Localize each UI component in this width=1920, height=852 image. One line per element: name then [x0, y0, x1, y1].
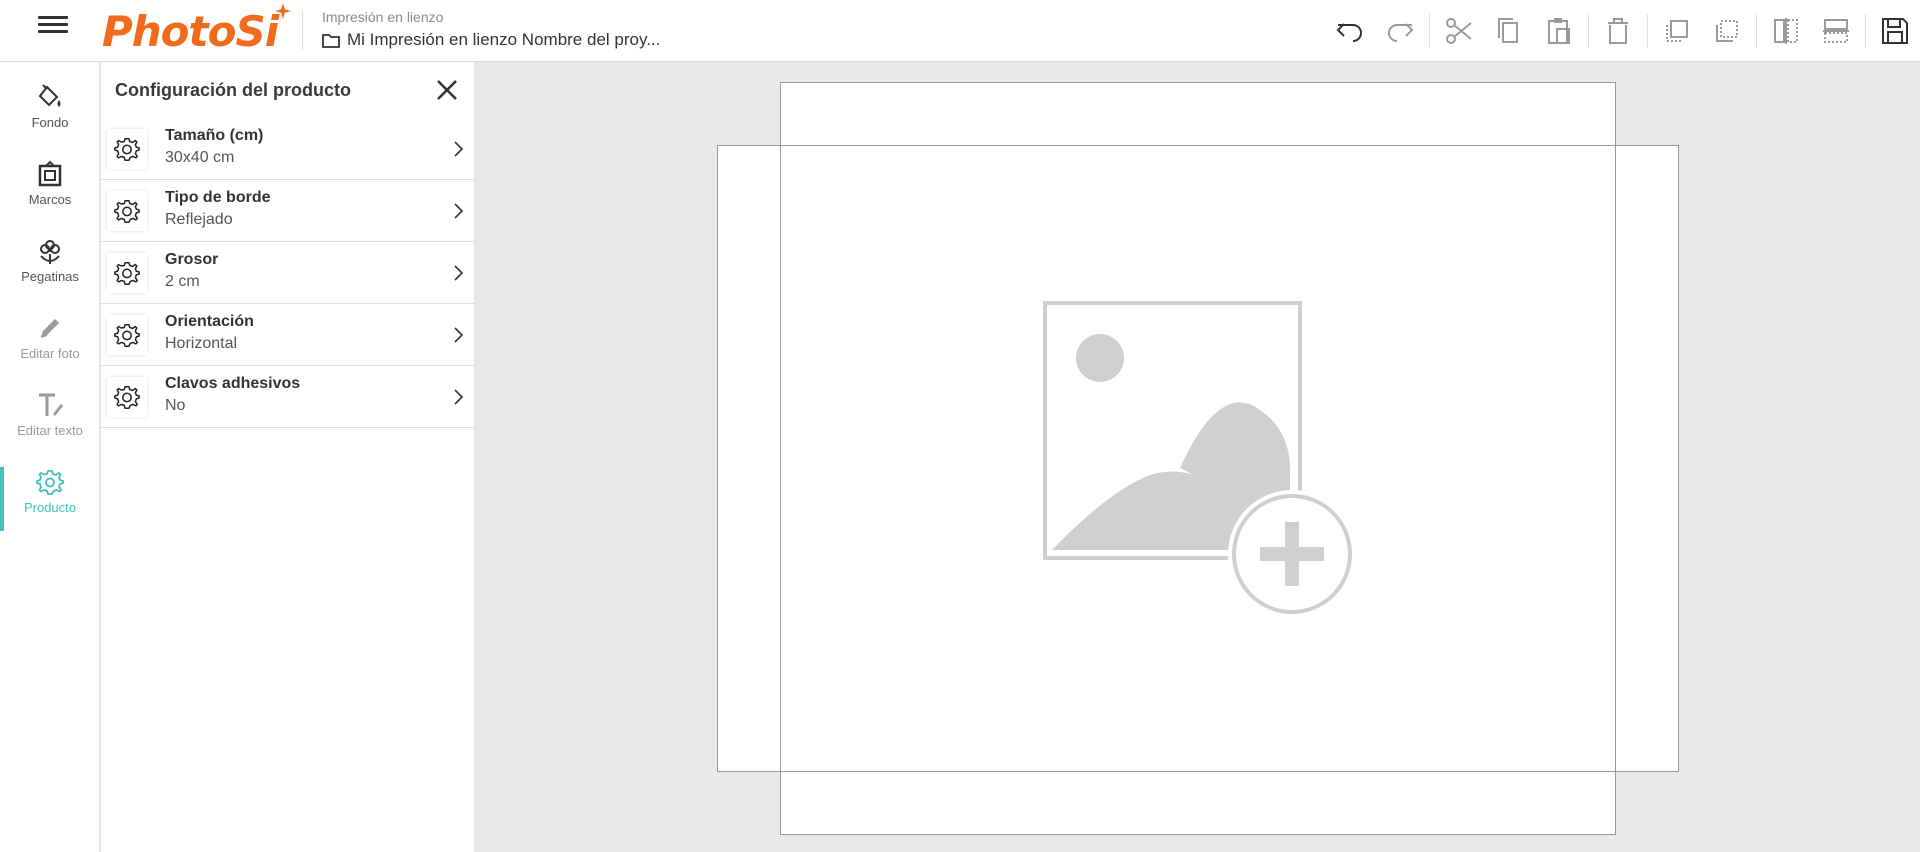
option-tamano[interactable]: Tamaño (cm) 30x40 cm — [101, 118, 475, 180]
product-type: Impresión en lienzo — [322, 9, 444, 25]
toolbar-separator — [1429, 14, 1430, 48]
header: PhotoSi Impresión en lienzo Mi Impresión… — [0, 0, 1920, 62]
option-icon-box — [107, 129, 147, 169]
option-value: No — [165, 397, 186, 414]
close-icon[interactable] — [434, 77, 460, 103]
rail-item-fondo[interactable]: Fondo — [0, 78, 100, 142]
rail-item-marcos[interactable]: Marcos — [0, 155, 100, 219]
panel-title: Configuración del producto — [115, 80, 351, 100]
rail-label-producto: Producto — [23, 500, 77, 515]
toolbar — [1325, 0, 1920, 62]
text-icon — [39, 393, 63, 416]
option-grosor[interactable]: Grosor 2 cm — [101, 242, 475, 304]
folder-icon — [322, 33, 340, 48]
rail-label-pegatinas: Pegatinas — [21, 269, 79, 284]
option-name: Grosor — [165, 251, 219, 268]
copy-button[interactable] — [1484, 6, 1534, 56]
product-config-panel: Configuración del producto Tamaño (cm) 3… — [101, 62, 475, 852]
undo-icon — [1336, 23, 1362, 42]
toolbar-separator — [1865, 14, 1866, 48]
option-name: Clavos adhesivos — [165, 375, 301, 392]
toolbar-separator — [1588, 14, 1589, 48]
bring-forward-icon — [1666, 20, 1688, 42]
gear-icon — [114, 137, 140, 161]
option-clavos-adhesivos[interactable]: Clavos adhesivos No — [101, 366, 475, 428]
send-backward-icon — [1716, 20, 1738, 42]
paint-bucket-icon — [38, 84, 61, 107]
option-value: 30x40 cm — [165, 149, 235, 166]
option-icon-box — [107, 191, 147, 231]
project-name[interactable]: Mi Impresión en lienzo Nombre del proy..… — [322, 30, 660, 50]
flip-vertical-button[interactable] — [1811, 6, 1861, 56]
rail-item-editar-texto[interactable]: Editar texto — [0, 386, 100, 450]
paste-icon — [1548, 18, 1570, 44]
chevron-right-icon — [454, 203, 464, 219]
gear-icon — [114, 323, 140, 347]
option-name: Tipo de borde — [165, 189, 271, 206]
left-rail: Fondo Marcos Pegatinas Editar foto Edita… — [0, 62, 100, 852]
rail-label-fondo: Fondo — [31, 115, 69, 130]
flip-horizontal-icon — [1774, 18, 1798, 44]
gear-icon — [114, 199, 140, 223]
logo: PhotoSi — [102, 0, 279, 62]
rail-label-editar-foto: Editar foto — [20, 346, 80, 361]
paste-button[interactable] — [1534, 6, 1584, 56]
gear-icon — [36, 470, 64, 495]
rail-item-producto[interactable]: Producto — [0, 463, 100, 527]
save-icon — [1882, 18, 1908, 44]
pencil-icon — [40, 319, 59, 338]
flip-vertical-icon — [1823, 19, 1849, 43]
send-backward-button[interactable] — [1702, 6, 1752, 56]
option-name: Orientación — [165, 313, 254, 330]
redo-icon — [1388, 23, 1414, 42]
option-icon-box — [107, 253, 147, 293]
option-value: Reflejado — [165, 211, 233, 228]
gear-icon — [114, 385, 140, 409]
cut-icon — [1446, 18, 1472, 44]
sticker-icon — [40, 240, 60, 264]
add-photo-placeholder-icon[interactable] — [1040, 300, 1360, 620]
logo-text: PhotoSi — [102, 6, 279, 56]
project-name-label: Mi Impresión en lienzo Nombre del proy..… — [347, 30, 661, 49]
chevron-right-icon — [454, 389, 464, 405]
toolbar-separator — [1647, 14, 1648, 48]
chevron-right-icon — [454, 265, 464, 281]
option-icon-box — [107, 377, 147, 417]
header-divider — [302, 10, 303, 50]
chevron-right-icon — [454, 327, 464, 343]
option-name: Tamaño (cm) — [165, 127, 264, 144]
option-tipo-de-borde[interactable]: Tipo de borde Reflejado — [101, 180, 475, 242]
undo-button[interactable] — [1325, 6, 1375, 56]
flip-horizontal-button[interactable] — [1761, 6, 1811, 56]
frame-icon — [38, 160, 62, 187]
bring-forward-button[interactable] — [1652, 6, 1702, 56]
redo-button[interactable] — [1375, 6, 1425, 56]
option-icon-box — [107, 315, 147, 355]
rail-item-pegatinas[interactable]: Pegatinas — [0, 232, 100, 296]
delete-icon — [1608, 18, 1628, 44]
copy-icon — [1498, 18, 1518, 43]
gear-icon — [114, 261, 140, 285]
option-value: Horizontal — [165, 335, 238, 352]
menu-icon[interactable] — [38, 14, 68, 44]
rail-label-editar-texto: Editar texto — [17, 423, 83, 438]
logo-star-icon — [274, 2, 292, 20]
toolbar-separator — [1756, 14, 1757, 48]
option-value: 2 cm — [165, 273, 200, 290]
save-button[interactable] — [1870, 6, 1920, 56]
option-orientacion[interactable]: Orientación Horizontal — [101, 304, 475, 366]
chevron-right-icon — [454, 141, 464, 157]
cut-button[interactable] — [1434, 6, 1484, 56]
rail-item-editar-foto[interactable]: Editar foto — [0, 309, 100, 373]
rail-label-marcos: Marcos — [28, 192, 72, 207]
delete-button[interactable] — [1593, 6, 1643, 56]
